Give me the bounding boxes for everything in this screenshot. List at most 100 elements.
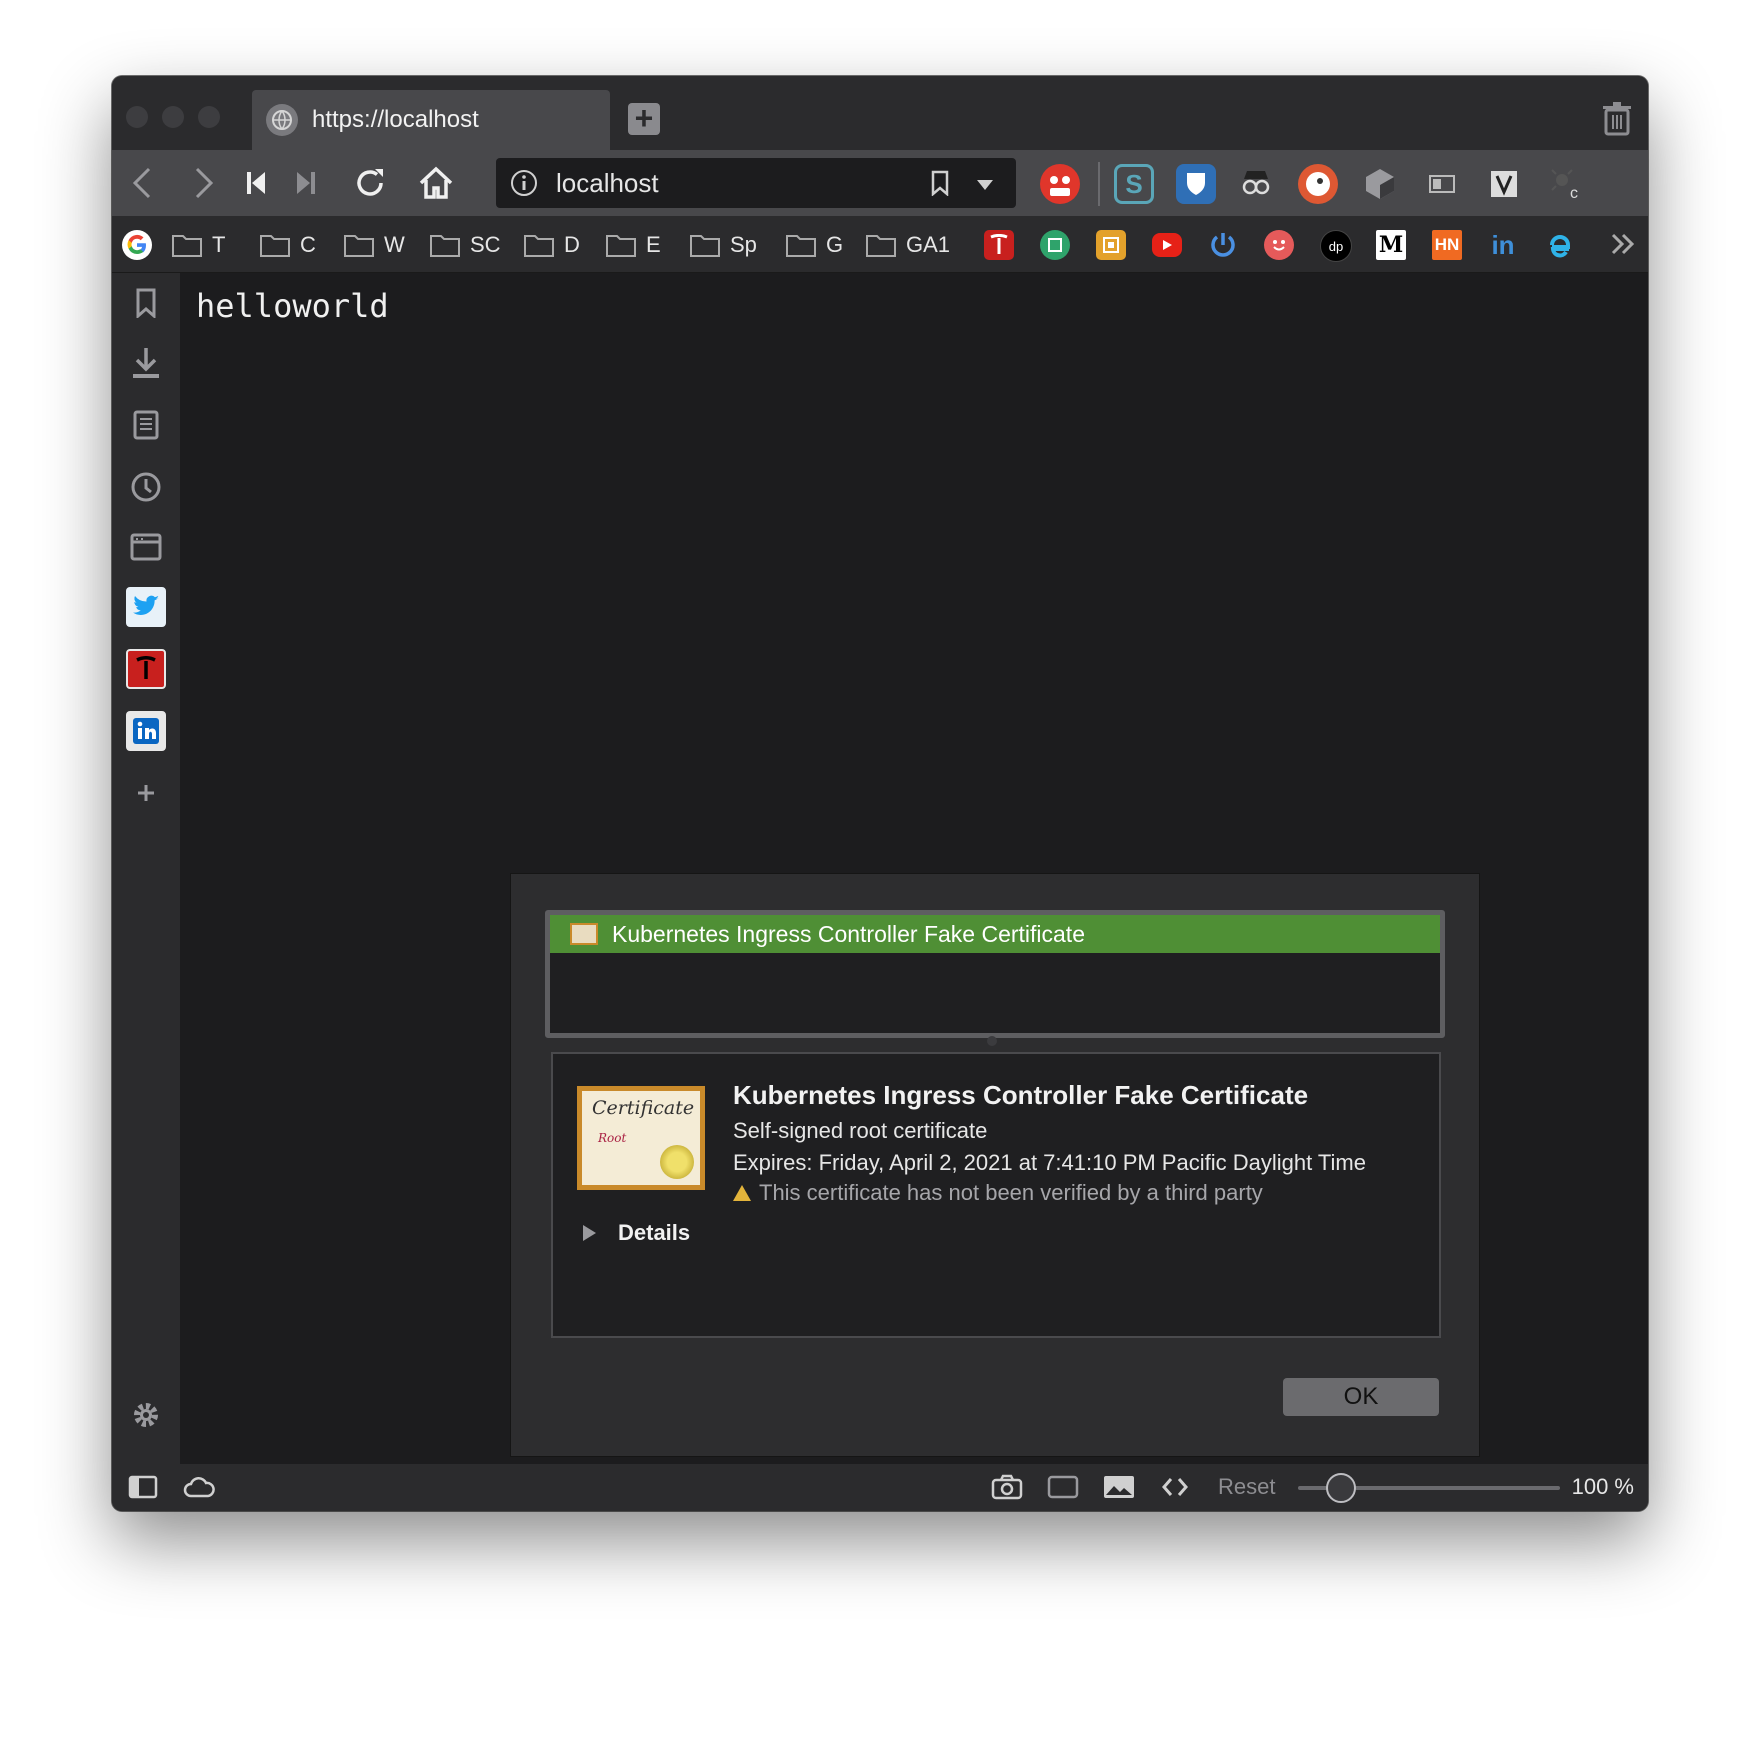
bookmarks-panel-icon[interactable] (126, 283, 166, 323)
zoom-window-button[interactable] (198, 106, 220, 128)
extension-cube-icon[interactable] (1360, 164, 1400, 204)
rewind-button[interactable] (234, 162, 278, 204)
bookmark-folder-e[interactable]: E (606, 231, 661, 259)
forward-button[interactable] (182, 162, 226, 204)
extension-duck-icon[interactable] (1298, 164, 1338, 204)
tab-localhost[interactable]: https://localhost (252, 90, 610, 150)
gear-icon[interactable] (126, 1395, 166, 1435)
bookmark-folder-c[interactable]: C (260, 231, 316, 259)
certificate-warning: This certificate has not been verified b… (733, 1180, 1263, 1206)
youtube-icon[interactable] (1152, 233, 1182, 257)
cloud-sync-icon[interactable] (182, 1472, 216, 1502)
side-panel (112, 273, 180, 1464)
window-panel-icon[interactable] (126, 527, 166, 567)
splitter-handle[interactable] (987, 1036, 997, 1046)
folder-icon (690, 235, 720, 257)
extension-monster-icon[interactable] (1040, 164, 1080, 204)
notes-panel-icon[interactable] (126, 405, 166, 445)
minimize-window-button[interactable] (162, 106, 184, 128)
chevron-right-double-icon[interactable] (1610, 232, 1636, 261)
bookmark-folder-t[interactable]: T (172, 231, 225, 259)
status-bar: Reset 100 % (112, 1464, 1648, 1511)
bookmark-folder-g[interactable]: G (786, 231, 843, 259)
folder-icon (786, 235, 816, 257)
zoom-slider-knob[interactable] (1326, 1473, 1356, 1503)
certificate-image: Certificate Root (577, 1086, 705, 1190)
bookmark-folder-d[interactable]: D (524, 231, 580, 259)
back-button[interactable] (120, 162, 164, 204)
folder-icon (606, 235, 636, 257)
ok-button[interactable]: OK (1283, 1378, 1439, 1416)
extension-s-icon[interactable]: S (1114, 164, 1154, 204)
extension-spy-icon[interactable] (1236, 164, 1276, 204)
face-icon[interactable] (1264, 230, 1294, 260)
url-text[interactable]: localhost (556, 168, 659, 199)
tesla-panel-icon[interactable] (126, 649, 166, 689)
twitter-panel-icon[interactable] (126, 587, 166, 627)
close-window-button[interactable] (126, 106, 148, 128)
bookmark-folder-sp[interactable]: Sp (690, 231, 757, 259)
extension-bug-icon[interactable]: c (1546, 164, 1586, 204)
camera-icon[interactable] (990, 1472, 1024, 1502)
address-bar[interactable]: localhost (496, 158, 1016, 208)
dp-icon[interactable]: dp (1320, 230, 1352, 262)
linkedin-icon[interactable]: in (1488, 230, 1518, 260)
tiling-icon[interactable] (1046, 1472, 1080, 1502)
certificate-title: Kubernetes Ingress Controller Fake Certi… (733, 1080, 1309, 1110)
svg-text:c: c (1570, 185, 1578, 200)
folder-icon (172, 235, 202, 257)
linkedin-panel-icon[interactable] (126, 711, 166, 751)
extension-v-icon[interactable] (1484, 164, 1524, 204)
yellow-icon[interactable] (1096, 230, 1126, 260)
folder-icon (524, 235, 554, 257)
folder-icon (260, 235, 290, 257)
tesla-icon[interactable] (984, 230, 1014, 260)
certificate-details-panel: Certificate Root Kubernetes Ingress Cont… (551, 1052, 1441, 1338)
power-icon[interactable] (1208, 230, 1238, 260)
certificate-list[interactable]: Kubernetes Ingress Controller Fake Certi… (545, 910, 1445, 1038)
hn-icon[interactable]: HN (1432, 230, 1462, 260)
add-panel-icon[interactable] (126, 773, 166, 813)
certificate-type: Self-signed root certificate (733, 1118, 988, 1143)
fast-forward-button[interactable] (284, 162, 328, 204)
warning-icon (733, 1185, 751, 1201)
browser-window: https://localhost + localhost S c T C W … (112, 76, 1648, 1511)
bookmark-folder-w[interactable]: W (344, 231, 405, 259)
navigation-bar: localhost S c (112, 150, 1648, 216)
seal-icon (660, 1145, 694, 1179)
certificate-list-item[interactable]: Kubernetes Ingress Controller Fake Certi… (550, 915, 1440, 953)
certificate-expiry: Expires: Friday, April 2, 2021 at 7:41:1… (733, 1150, 1366, 1175)
zoom-level: 100 % (1571, 1474, 1634, 1499)
disclosure-triangle-icon[interactable] (583, 1225, 596, 1241)
medium-icon[interactable]: M (1376, 230, 1406, 260)
page-text: helloworld (196, 287, 389, 325)
extension-shield-icon[interactable] (1176, 164, 1216, 204)
details-disclosure[interactable]: Details (583, 1220, 690, 1246)
extension-reader-icon[interactable] (1422, 164, 1462, 204)
green-icon[interactable] (1040, 230, 1070, 260)
home-button[interactable] (414, 162, 458, 204)
code-icon[interactable] (1158, 1472, 1192, 1502)
chevron-down-icon[interactable] (976, 178, 994, 196)
edge-icon[interactable] (1544, 230, 1574, 260)
certificate-dialog: Kubernetes Ingress Controller Fake Certi… (510, 873, 1480, 1457)
downloads-panel-icon[interactable] (126, 343, 166, 383)
zoom-reset-button[interactable]: Reset (1218, 1474, 1275, 1500)
history-panel-icon[interactable] (126, 467, 166, 507)
trash-icon[interactable] (1602, 102, 1632, 136)
bookmarks-bar: T C W SC D E Sp G GA1 dp M HN in (112, 216, 1648, 273)
bookmark-page-icon[interactable] (930, 170, 950, 201)
reload-button[interactable] (348, 162, 392, 204)
toggle-panel-icon[interactable] (126, 1472, 160, 1502)
google-icon[interactable] (122, 230, 152, 260)
bookmark-folder-ga1[interactable]: GA1 (866, 231, 950, 259)
globe-icon (266, 104, 298, 136)
image-icon[interactable] (1102, 1472, 1136, 1502)
folder-icon (344, 235, 374, 257)
tab-title: https://localhost (312, 106, 479, 133)
new-tab-button[interactable]: + (628, 102, 660, 135)
info-icon[interactable] (510, 169, 538, 197)
bookmark-folder-sc[interactable]: SC (430, 231, 501, 259)
tab-strip: https://localhost + (112, 76, 1648, 150)
folder-icon (866, 235, 896, 257)
